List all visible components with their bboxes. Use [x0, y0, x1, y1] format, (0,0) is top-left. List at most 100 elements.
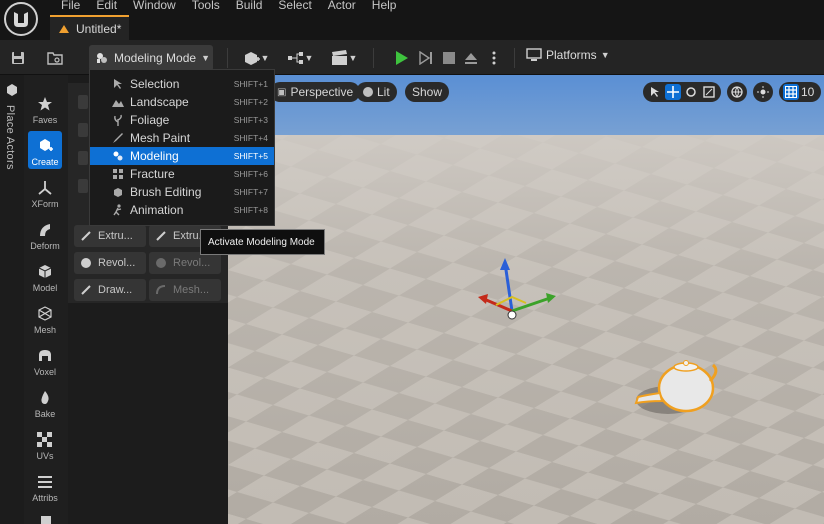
mode-item-shortcut: SHIFT+5 [233, 151, 268, 161]
place-actors-icon [7, 84, 17, 96]
mode-item-brush-editing[interactable]: Brush Editing SHIFT+7 [90, 183, 274, 201]
category-label: Voxel [33, 367, 57, 377]
tool-revolve[interactable]: Revol... [74, 252, 146, 274]
translate-mode-icon[interactable] [665, 84, 681, 100]
modes-dropdown-menu: Selection SHIFT+1 Landscape SHIFT+2 Foli… [89, 69, 275, 226]
lit-button[interactable]: Lit [356, 82, 397, 102]
revolve-icon [156, 258, 166, 268]
category-mesh[interactable]: Mesh [28, 299, 62, 337]
cinematics-button[interactable]: ▼ [328, 48, 360, 68]
unreal-logo-icon[interactable] [3, 1, 39, 37]
perspective-button[interactable]: ▣ Perspective [270, 82, 361, 102]
place-actors-strip[interactable]: Place Actors [0, 75, 24, 524]
model-icon [36, 263, 54, 281]
voxel-icon [36, 347, 54, 365]
category-create[interactable]: Create [28, 131, 62, 169]
more-categories-icon [41, 516, 51, 524]
mode-item-shortcut: SHIFT+7 [233, 187, 268, 197]
eject-icon[interactable] [461, 48, 481, 68]
play-icon[interactable] [392, 48, 412, 68]
extrude-icon [156, 231, 166, 241]
mode-item-landscape[interactable]: Landscape SHIFT+2 [90, 93, 274, 111]
mode-item-label: Foliage [130, 113, 170, 127]
stop-icon[interactable] [439, 48, 459, 68]
category-xform[interactable]: XForm [28, 173, 62, 211]
menu-help[interactable]: Help [364, 0, 405, 11]
mesh-tool-icon [156, 285, 166, 295]
save-icon[interactable] [8, 48, 28, 68]
draw-icon [81, 285, 91, 295]
grid-snap-group: 10 [779, 82, 822, 102]
select-mode-icon[interactable] [647, 84, 663, 100]
extrude-icon [81, 231, 91, 241]
category-voxel[interactable]: Voxel [28, 341, 62, 379]
modeling-icon [112, 150, 124, 162]
mode-item-label: Mesh Paint [130, 131, 191, 145]
menu-build[interactable]: Build [228, 0, 271, 11]
level-viewport[interactable]: ▣ Perspective Lit Show 10 [228, 75, 824, 524]
menu-actor[interactable]: Actor [320, 0, 364, 11]
mode-item-animation[interactable]: Animation SHIFT+8 [90, 201, 274, 219]
content-browser-icon[interactable] [45, 48, 65, 68]
category-model[interactable]: Model [28, 257, 62, 295]
world-local-icon[interactable] [727, 82, 747, 102]
landscape-icon [112, 96, 124, 108]
rotate-mode-icon[interactable] [683, 84, 699, 100]
create-icon [36, 137, 54, 155]
mode-selector-button[interactable]: Modeling Mode ▼ [89, 45, 213, 71]
mode-item-shortcut: SHIFT+4 [233, 133, 268, 143]
category-label: Mesh [33, 325, 56, 335]
mesh-icon [36, 305, 54, 323]
platforms-button[interactable]: Platforms ▼ [526, 48, 610, 62]
mode-item-fracture[interactable]: Fracture SHIFT+6 [90, 165, 274, 183]
modeling-categories: Faves Create XForm Deform Model Mesh Vox… [24, 75, 68, 524]
blueprint-button[interactable]: ▼ [284, 48, 316, 68]
toolbar-divider [373, 48, 374, 68]
menu-file[interactable]: File [53, 0, 88, 11]
viewport-scene[interactable] [228, 75, 824, 524]
advance-frame-icon[interactable] [416, 48, 436, 68]
menu-tools[interactable]: Tools [184, 0, 228, 11]
mode-item-shortcut: SHIFT+2 [233, 97, 268, 107]
show-label: Show [412, 85, 443, 99]
category-attribs[interactable]: Attribs [28, 467, 62, 505]
mode-item-foliage[interactable]: Foliage SHIFT+3 [90, 111, 274, 129]
grid-snap-icon[interactable] [783, 84, 799, 100]
category-deform[interactable]: Deform [28, 215, 62, 253]
grid-snap-value[interactable]: 10 [801, 85, 814, 99]
category-uvs[interactable]: UVs [28, 425, 62, 463]
category-label: Bake [34, 409, 56, 419]
perspective-label: Perspective [290, 85, 354, 99]
mode-item-mesh-paint[interactable]: Mesh Paint SHIFT+4 [90, 129, 274, 147]
platforms-icon [526, 48, 542, 61]
toolbar-divider [514, 48, 515, 68]
document-tab[interactable]: Untitled* [50, 15, 130, 40]
lit-icon [363, 87, 373, 97]
scale-mode-icon[interactable] [701, 84, 717, 100]
menu-select[interactable]: Select [270, 0, 319, 11]
tool-extrude[interactable]: Extru... [74, 225, 146, 247]
mode-item-modeling[interactable]: Modeling SHIFT+5 [90, 147, 274, 165]
add-actor-button[interactable]: ▼ [240, 48, 272, 68]
category-label: UVs [36, 451, 54, 461]
menu-window[interactable]: Window [125, 0, 184, 11]
chevron-down-icon: ▼ [600, 50, 610, 60]
modeling-mode-tooltip: Activate Modeling Mode [200, 229, 325, 255]
mode-item-shortcut: SHIFT+6 [233, 169, 268, 179]
more-options-icon[interactable] [484, 48, 504, 68]
category-faves[interactable]: Faves [28, 89, 62, 127]
mode-item-selection[interactable]: Selection SHIFT+1 [90, 75, 274, 93]
category-bake[interactable]: Bake [28, 383, 62, 421]
tool-label: Mesh... [173, 284, 210, 296]
mode-item-label: Landscape [130, 95, 189, 109]
star-icon [36, 95, 54, 113]
lit-label: Lit [377, 85, 390, 99]
perspective-icon: ▣ [277, 86, 287, 98]
transform-mode-group [643, 82, 721, 102]
menu-edit[interactable]: Edit [88, 0, 125, 11]
show-button[interactable]: Show [405, 82, 450, 102]
tool-revolve-2[interactable]: Revol... [149, 252, 221, 274]
tool-mesh[interactable]: Mesh... [149, 279, 221, 301]
surface-snap-icon[interactable] [753, 82, 773, 102]
tool-draw[interactable]: Draw... [74, 279, 146, 301]
